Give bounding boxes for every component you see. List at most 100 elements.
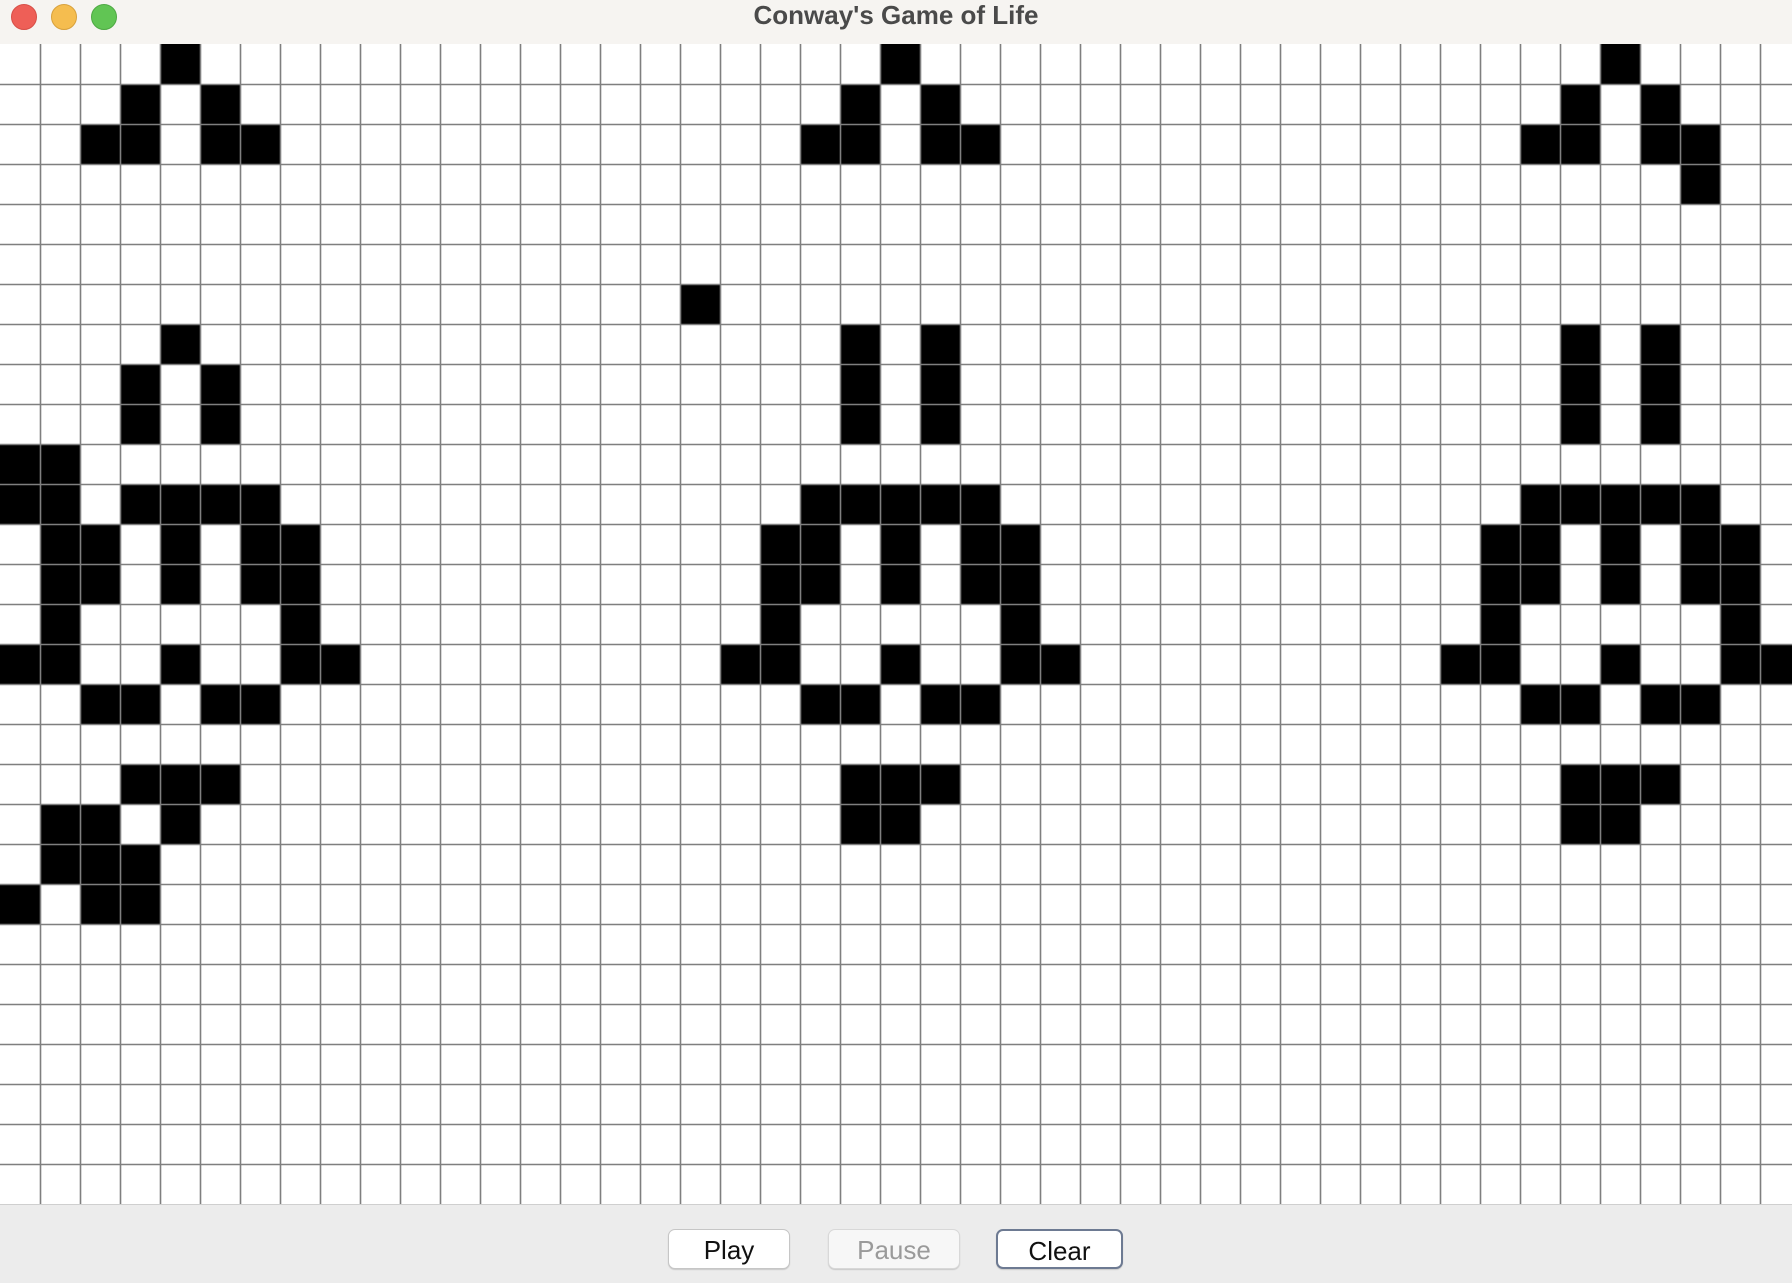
alive-cell[interactable]	[120, 764, 160, 804]
alive-cell[interactable]	[200, 684, 240, 724]
alive-cell[interactable]	[800, 484, 840, 524]
alive-cell[interactable]	[160, 324, 200, 364]
alive-cell[interactable]	[760, 604, 800, 644]
pause-button[interactable]: Pause	[828, 1229, 960, 1269]
alive-cell[interactable]	[320, 644, 360, 684]
alive-cell[interactable]	[1720, 524, 1760, 564]
alive-cell[interactable]	[920, 84, 960, 124]
alive-cell[interactable]	[1720, 564, 1760, 604]
alive-cell[interactable]	[840, 404, 880, 444]
alive-cell[interactable]	[200, 484, 240, 524]
alive-cell[interactable]	[240, 124, 280, 164]
alive-cell[interactable]	[1560, 804, 1600, 844]
alive-cell[interactable]	[1640, 484, 1680, 524]
alive-cell[interactable]	[840, 684, 880, 724]
alive-cell[interactable]	[0, 644, 40, 684]
alive-cell[interactable]	[120, 124, 160, 164]
alive-cell[interactable]	[960, 564, 1000, 604]
alive-cell[interactable]	[920, 484, 960, 524]
alive-cell[interactable]	[240, 564, 280, 604]
alive-cell[interactable]	[80, 884, 120, 924]
alive-cell[interactable]	[280, 524, 320, 564]
alive-cell[interactable]	[840, 124, 880, 164]
alive-cell[interactable]	[960, 524, 1000, 564]
alive-cell[interactable]	[760, 644, 800, 684]
alive-cell[interactable]	[1520, 484, 1560, 524]
alive-cell[interactable]	[760, 564, 800, 604]
alive-cell[interactable]	[1640, 124, 1680, 164]
life-grid[interactable]	[0, 44, 1792, 1204]
alive-cell[interactable]	[960, 124, 1000, 164]
alive-cell[interactable]	[240, 524, 280, 564]
clear-button[interactable]: Clear	[996, 1229, 1123, 1269]
alive-cell[interactable]	[1560, 764, 1600, 804]
alive-cell[interactable]	[1440, 644, 1480, 684]
alive-cell[interactable]	[1680, 484, 1720, 524]
alive-cell[interactable]	[1600, 564, 1640, 604]
alive-cell[interactable]	[840, 324, 880, 364]
alive-cell[interactable]	[920, 404, 960, 444]
alive-cell[interactable]	[200, 84, 240, 124]
alive-cell[interactable]	[920, 124, 960, 164]
alive-cell[interactable]	[1640, 404, 1680, 444]
alive-cell[interactable]	[840, 84, 880, 124]
alive-cell[interactable]	[800, 524, 840, 564]
alive-cell[interactable]	[880, 644, 920, 684]
alive-cell[interactable]	[0, 444, 40, 484]
alive-cell[interactable]	[1520, 564, 1560, 604]
alive-cell[interactable]	[80, 124, 120, 164]
alive-cell[interactable]	[840, 484, 880, 524]
alive-cell[interactable]	[1640, 764, 1680, 804]
alive-cell[interactable]	[840, 764, 880, 804]
alive-cell[interactable]	[1680, 524, 1720, 564]
alive-cell[interactable]	[80, 804, 120, 844]
alive-cell[interactable]	[960, 484, 1000, 524]
alive-cell[interactable]	[1600, 804, 1640, 844]
alive-cell[interactable]	[1640, 324, 1680, 364]
alive-cell[interactable]	[880, 764, 920, 804]
alive-cell[interactable]	[880, 484, 920, 524]
alive-cell[interactable]	[1640, 84, 1680, 124]
alive-cell[interactable]	[920, 324, 960, 364]
alive-cell[interactable]	[1600, 484, 1640, 524]
alive-cell[interactable]	[1000, 524, 1040, 564]
alive-cell[interactable]	[160, 764, 200, 804]
alive-cell[interactable]	[1000, 644, 1040, 684]
alive-cell[interactable]	[40, 524, 80, 564]
play-button[interactable]: Play	[668, 1229, 790, 1269]
alive-cell[interactable]	[1640, 684, 1680, 724]
alive-cell[interactable]	[920, 684, 960, 724]
alive-cell[interactable]	[1560, 84, 1600, 124]
alive-cell[interactable]	[120, 684, 160, 724]
alive-cell[interactable]	[160, 804, 200, 844]
alive-cell[interactable]	[1560, 484, 1600, 524]
alive-cell[interactable]	[920, 764, 960, 804]
alive-cell[interactable]	[280, 564, 320, 604]
alive-cell[interactable]	[200, 764, 240, 804]
alive-cell[interactable]	[1760, 644, 1792, 684]
alive-cell[interactable]	[160, 564, 200, 604]
alive-cell[interactable]	[80, 564, 120, 604]
alive-cell[interactable]	[1480, 564, 1520, 604]
alive-cell[interactable]	[1720, 644, 1760, 684]
alive-cell[interactable]	[40, 804, 80, 844]
alive-cell[interactable]	[0, 884, 40, 924]
alive-cell[interactable]	[1520, 524, 1560, 564]
alive-cell[interactable]	[40, 644, 80, 684]
alive-cell[interactable]	[920, 364, 960, 404]
alive-cell[interactable]	[240, 684, 280, 724]
alive-cell[interactable]	[1480, 524, 1520, 564]
alive-cell[interactable]	[720, 644, 760, 684]
alive-cell[interactable]	[880, 44, 920, 84]
alive-cell[interactable]	[800, 684, 840, 724]
alive-cell[interactable]	[1480, 644, 1520, 684]
alive-cell[interactable]	[200, 124, 240, 164]
alive-cell[interactable]	[40, 844, 80, 884]
alive-cell[interactable]	[80, 684, 120, 724]
alive-cell[interactable]	[1680, 564, 1720, 604]
alive-cell[interactable]	[160, 524, 200, 564]
alive-cell[interactable]	[160, 44, 200, 84]
alive-cell[interactable]	[880, 564, 920, 604]
alive-cell[interactable]	[240, 484, 280, 524]
alive-cell[interactable]	[1520, 124, 1560, 164]
